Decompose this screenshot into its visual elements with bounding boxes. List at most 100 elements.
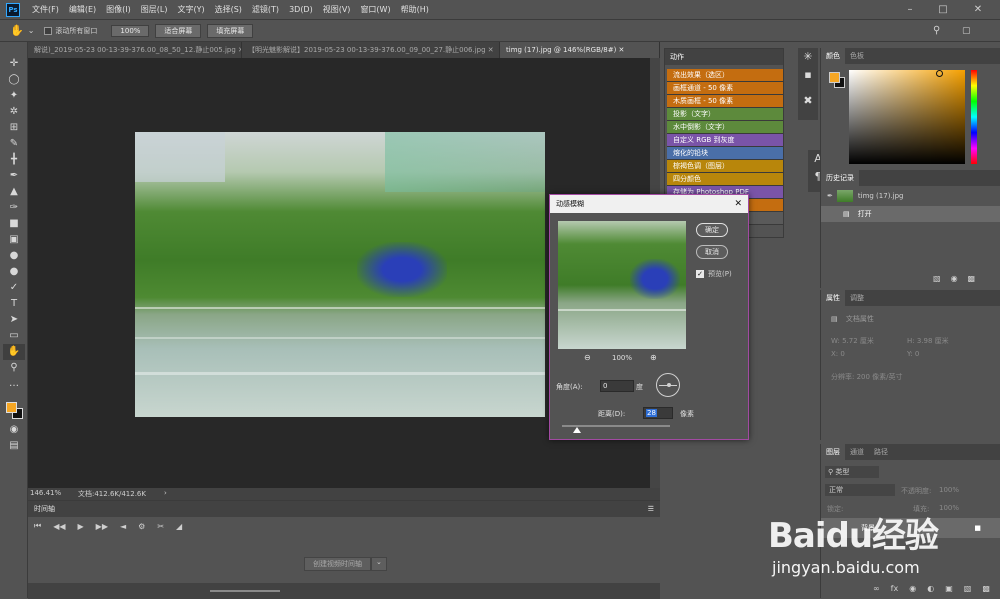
tab-history[interactable]: 历史记录: [821, 170, 859, 186]
tab-adjustments[interactable]: 调整: [845, 290, 869, 306]
menu-image[interactable]: 图像(I): [106, 4, 131, 15]
foreground-color[interactable]: [6, 402, 17, 413]
audio-icon[interactable]: ◄: [120, 522, 126, 531]
workspace-icon[interactable]: ▢: [962, 26, 971, 36]
eraser-icon[interactable]: ■: [3, 216, 25, 232]
history-brush-icon[interactable]: ✑: [3, 200, 25, 216]
chevron-down-icon[interactable]: ⌄: [371, 557, 387, 571]
menu-window[interactable]: 窗口(W): [360, 4, 390, 15]
trash-icon[interactable]: ▩: [982, 584, 990, 593]
opacity-value[interactable]: 100%: [939, 486, 959, 494]
actions-tab[interactable]: 动作: [665, 49, 783, 65]
chevron-down-icon[interactable]: ⌄: [28, 26, 35, 35]
close-icon[interactable]: ✕: [488, 46, 494, 54]
cancel-button[interactable]: 取消: [696, 245, 728, 259]
distance-input[interactable]: 28: [643, 407, 673, 419]
action-item[interactable]: 画框通道 - 50 像素: [667, 82, 783, 95]
minimize-icon[interactable]: –: [902, 2, 918, 18]
zoom-in-icon[interactable]: ⊕: [650, 353, 657, 362]
close-icon[interactable]: ✕: [734, 195, 742, 213]
type-tool-icon[interactable]: T: [3, 296, 25, 312]
panel-menu-icon[interactable]: ☰: [648, 505, 654, 513]
gradient-tool-icon[interactable]: ▣: [3, 232, 25, 248]
play-icon[interactable]: ▶: [78, 522, 84, 531]
adjustment-icon[interactable]: ◐: [927, 584, 934, 593]
menu-filter[interactable]: 滤镜(T): [252, 4, 279, 15]
ok-button[interactable]: 确定: [696, 223, 728, 237]
path-select-icon[interactable]: ➤: [3, 312, 25, 328]
color-picker-handle[interactable]: [936, 70, 943, 77]
fit-screen-button[interactable]: 适合屏幕: [155, 23, 202, 38]
maximize-icon[interactable]: □: [935, 2, 951, 18]
action-item[interactable]: 流出效果（选区）: [667, 69, 783, 82]
fill-screen-button[interactable]: 填充屏幕: [207, 23, 254, 38]
pen-tool-icon[interactable]: ✓: [3, 280, 25, 296]
layer-kind-filter[interactable]: ⚲ 类型: [825, 466, 879, 478]
action-item[interactable]: 四分颜色: [667, 173, 783, 186]
action-item[interactable]: 熔化的铅块: [667, 147, 783, 160]
action-item[interactable]: 投影（文字）: [667, 108, 783, 121]
crop-tool-icon[interactable]: ⊞: [3, 120, 25, 136]
lock-icon[interactable]: ■: [974, 518, 981, 538]
action-item[interactable]: 棕褐色调（图层）: [667, 160, 783, 173]
menu-file[interactable]: 文件(F): [32, 4, 59, 15]
menu-layer[interactable]: 图层(L): [141, 4, 168, 15]
hand-tool-icon[interactable]: ✋: [3, 344, 25, 360]
snapshot-icon[interactable]: ◉: [951, 274, 958, 283]
mask-icon[interactable]: ◉: [909, 584, 916, 593]
tab-layers[interactable]: 图层: [821, 444, 845, 460]
cut-icon[interactable]: ✂: [157, 522, 164, 531]
tab-channels[interactable]: 通道: [845, 444, 869, 460]
angle-input[interactable]: 0: [600, 380, 634, 392]
histogram-icon[interactable]: ▪: [798, 66, 818, 84]
angle-dial[interactable]: [656, 373, 680, 397]
settings-icon[interactable]: ⚙: [138, 522, 145, 531]
eyedropper-icon[interactable]: ✎: [3, 136, 25, 152]
chevron-right-icon[interactable]: ›: [164, 489, 167, 497]
new-document-icon[interactable]: ▧: [933, 274, 941, 283]
tab-color[interactable]: 颜色: [821, 48, 845, 64]
zoom-slider[interactable]: [210, 590, 280, 592]
blend-mode-select[interactable]: 正常: [825, 484, 895, 496]
sparkle-icon[interactable]: ✳: [798, 48, 818, 66]
healing-brush-icon[interactable]: ╋: [3, 152, 25, 168]
prev-frame-icon[interactable]: ◀◀: [53, 522, 65, 531]
close-icon[interactable]: ✕: [970, 2, 986, 18]
menu-edit[interactable]: 编辑(E): [69, 4, 96, 15]
hand-tool-icon[interactable]: ✋: [10, 24, 24, 37]
preview-checkbox[interactable]: ✓: [696, 270, 704, 278]
history-step[interactable]: ▤ 打开: [821, 206, 1000, 222]
close-icon[interactable]: ✕: [619, 46, 625, 54]
action-item[interactable]: 木质画框 - 50 像素: [667, 95, 783, 108]
new-layer-icon[interactable]: ▧: [964, 584, 972, 593]
distance-slider-handle[interactable]: [573, 427, 581, 433]
preview-thumbnail[interactable]: [558, 221, 686, 349]
clone-stamp-icon[interactable]: ▲: [3, 184, 25, 200]
history-snapshot[interactable]: ✒ timg (17).jpg: [821, 186, 1000, 206]
move-tool-icon[interactable]: ✛: [3, 56, 25, 72]
fx-icon[interactable]: fx: [891, 584, 899, 593]
folder-icon[interactable]: ▣: [945, 584, 953, 593]
menu-type[interactable]: 文字(Y): [177, 4, 204, 15]
action-item[interactable]: 自定义 RGB 到灰度: [667, 134, 783, 147]
next-frame-icon[interactable]: ▶▶: [96, 522, 108, 531]
tab-document-1[interactable]: 解说)_2019-05-23 00-13-39-376.00_08_50_12.…: [28, 42, 242, 58]
link-icon[interactable]: ∞: [873, 584, 880, 593]
zoom-level[interactable]: 146.41%: [30, 489, 61, 497]
menu-help[interactable]: 帮助(H): [401, 4, 429, 15]
create-video-timeline-button[interactable]: 创建视频时间轴: [304, 557, 371, 571]
rectangle-tool-icon[interactable]: ▭: [3, 328, 25, 344]
trash-icon[interactable]: ▩: [968, 274, 976, 283]
fg-color-swatch[interactable]: [829, 72, 840, 83]
menu-view[interactable]: 视图(V): [323, 4, 351, 15]
timeline-tab[interactable]: 时间轴: [34, 504, 55, 514]
scroll-all-checkbox[interactable]: [44, 26, 53, 35]
tab-properties[interactable]: 属性: [821, 290, 845, 306]
search-icon[interactable]: ⚲: [933, 25, 940, 36]
color-field[interactable]: [849, 70, 965, 164]
zoom-100-button[interactable]: 100%: [111, 24, 150, 37]
color-swatches[interactable]: [0, 396, 27, 422]
quick-mask-icon[interactable]: ◉: [3, 422, 25, 438]
more-tools-icon[interactable]: …: [3, 376, 25, 392]
blur-tool-icon[interactable]: ●: [3, 248, 25, 264]
